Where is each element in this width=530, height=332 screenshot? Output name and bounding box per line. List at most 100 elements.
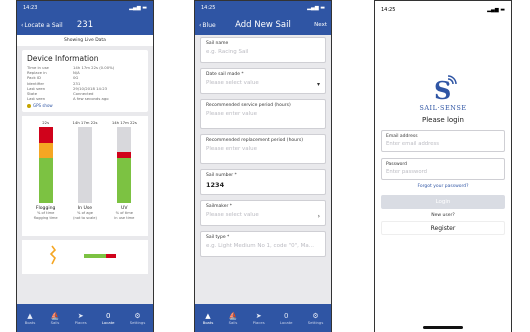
bar-segment-amber: [38, 142, 53, 158]
tab-label: Boats: [24, 319, 36, 325]
field-placeholder: e.g. Light Medium No 1, code "0", Ma...: [206, 243, 314, 249]
signal-battery-icon: ▂▄▆ ▬: [487, 7, 505, 13]
chevron-left-icon: ‹: [199, 21, 202, 29]
device-info-title: Device Information: [27, 54, 99, 63]
form-field-sail-number[interactable]: Sail number * 1234: [200, 169, 326, 195]
back-button[interactable]: ‹ Blue: [199, 22, 216, 29]
tab-sails[interactable]: ⛵ Sails: [51, 312, 60, 325]
phone-screen-add-sail: 14:25 ▂▄▆ ▬ ‹ Blue Add New Sail Next Sai…: [194, 0, 332, 332]
back-button[interactable]: ‹ Locate a Sail: [21, 22, 63, 29]
home-indicator: [423, 326, 463, 329]
tab-label: Locate: [101, 319, 115, 325]
field-placeholder: Please select value: [206, 212, 259, 218]
chevron-icon: ›: [317, 213, 320, 220]
tab-label: Settings: [307, 319, 324, 325]
status-time: 14:25: [381, 7, 396, 13]
field-label: Sail type *: [206, 235, 230, 240]
tab-icon: ▲: [205, 311, 211, 320]
next-button[interactable]: Next: [314, 22, 327, 28]
back-label: Blue: [202, 21, 216, 29]
tab-places[interactable]: ➤ Places: [253, 312, 265, 325]
status-time: 14:25: [201, 5, 216, 11]
logo-wordmark: SAIL·SENSE: [419, 104, 467, 112]
tab-boats[interactable]: ▲ Boats: [203, 312, 214, 325]
content: Showing Live Data Device Information Tim…: [17, 35, 153, 305]
register-button[interactable]: Register: [381, 221, 505, 235]
tab-icon: ⚙: [312, 311, 319, 320]
device-info-row: Last seen A few seconds ago: [27, 96, 143, 101]
tab-locate[interactable]: 0 Locate: [280, 312, 293, 325]
gps-link-label: GPS show: [33, 103, 53, 109]
password-field[interactable]: Password Enter password: [381, 158, 505, 180]
tab-settings[interactable]: ⚙ Settings: [308, 312, 324, 325]
status-bar: 14:25 ▂▄▆ ▬: [195, 1, 331, 15]
form-field-sail-type[interactable]: Sail type * e.g. Light Medium No 1, code …: [200, 231, 326, 257]
tab-icon: 0: [105, 311, 111, 320]
field-label: Sail name: [206, 41, 229, 46]
bar-track: [38, 127, 53, 204]
tab-label: Places: [252, 319, 265, 325]
tab-places[interactable]: ➤ Places: [75, 312, 87, 325]
email-field[interactable]: Email address Enter email address: [381, 130, 505, 152]
usage-bar-in-use: 14h 17m 22s In Use% of age (not to scale): [68, 120, 102, 232]
phone-screen-device-info: 14:23 ▂▄▆ ▬ ‹ Locate a Sail 231 Showing …: [16, 0, 154, 332]
login-title: Please login: [422, 116, 464, 124]
tab-icon: 0: [283, 311, 289, 320]
back-label: Locate a Sail: [24, 21, 63, 29]
bar-top-label: 14h 17m 22s: [72, 120, 98, 126]
signal-battery-icon: ▂▄▆ ▬: [307, 5, 325, 11]
form: Sail name e.g. Racing Sail Date sail made …: [195, 35, 331, 305]
bar-desc: (not to scale): [73, 215, 97, 220]
tab-bar: ▲ Boats ⛵ Sails ➤ Places 0 Locate ⚙ Settings: [195, 304, 331, 332]
chart-card: [22, 240, 148, 275]
password-label: Password: [386, 162, 408, 167]
tab-label: Locate: [279, 319, 293, 325]
form-field-sail-name[interactable]: Sail name e.g. Racing Sail: [200, 37, 326, 63]
field-label: Recommended service period (hours): [206, 103, 291, 108]
status-bar: 14:25 ▂▄▆ ▬: [375, 1, 511, 19]
status-time: 14:23: [23, 5, 38, 11]
bar-segment-red: [117, 151, 132, 158]
tab-boats[interactable]: ▲ Boats: [25, 312, 36, 325]
bar-segment-red: [38, 127, 53, 143]
tab-locate[interactable]: 0 Locate: [102, 312, 115, 325]
tab-settings[interactable]: ⚙ Settings: [130, 312, 146, 325]
bar-segment-green: [38, 157, 53, 204]
bar-desc: flogging time: [33, 215, 58, 220]
field-label: Sailmaker *: [206, 204, 233, 209]
brand-logo: S SAIL·SENSE: [375, 73, 511, 112]
chevron-icon: ▾: [316, 81, 320, 88]
forgot-password-link[interactable]: Forgot your password?: [375, 184, 511, 189]
svg-text:S: S: [434, 76, 451, 103]
tab-sails[interactable]: ⛵ Sails: [229, 312, 238, 325]
field-placeholder: e.g. Racing Sail: [206, 49, 249, 55]
gps-show-link[interactable]: GPS show: [27, 103, 143, 108]
tab-icon: ⚙: [134, 311, 141, 320]
field-placeholder: Please enter value: [206, 146, 258, 152]
form-field-sailmaker[interactable]: Sailmaker * Please select value ›: [200, 200, 326, 226]
form-field-recommended-service-period-hours[interactable]: Recommended service period (hours) Please…: [200, 99, 326, 129]
device-info-list: Time in use 14h 17m 22s (0.00%) Replace in…: [27, 65, 143, 101]
tab-icon: ⛵: [228, 311, 238, 320]
live-data-label: Showing Live Data: [17, 35, 153, 46]
bar-track: [117, 127, 132, 204]
password-placeholder: Enter password: [386, 169, 428, 175]
tab-label: Boats: [202, 319, 214, 325]
new-user-label: New user?: [431, 213, 455, 218]
form-field-recommended-replacement-period-hours[interactable]: Recommended replacement period (hours) Pl…: [200, 134, 326, 164]
device-info-card: Device Information Time in use 14h 17m 22…: [22, 50, 148, 113]
bar-top-label: 14h 17m 22s: [111, 120, 137, 126]
tab-label: Places: [74, 319, 87, 325]
tab-bar: ▲ Boats ⛵ Sails ➤ Places 0 Locate ⚙ Settings: [17, 304, 153, 332]
bar-segment-green: [117, 157, 132, 204]
device-info-value: A few seconds ago: [73, 96, 109, 102]
tab-icon: ▲: [27, 311, 33, 320]
device-info-key: Last seen: [27, 96, 46, 102]
form-field-date-sail-made[interactable]: Date sail made * Please select value ▾: [200, 68, 326, 94]
field-label: Sail number *: [206, 173, 237, 178]
bar-track: [77, 127, 92, 204]
field-value: 1234: [206, 181, 225, 189]
login-button[interactable]: Login: [381, 195, 505, 209]
email-placeholder: Enter email address: [386, 141, 440, 147]
tab-label: Sails: [228, 319, 238, 325]
